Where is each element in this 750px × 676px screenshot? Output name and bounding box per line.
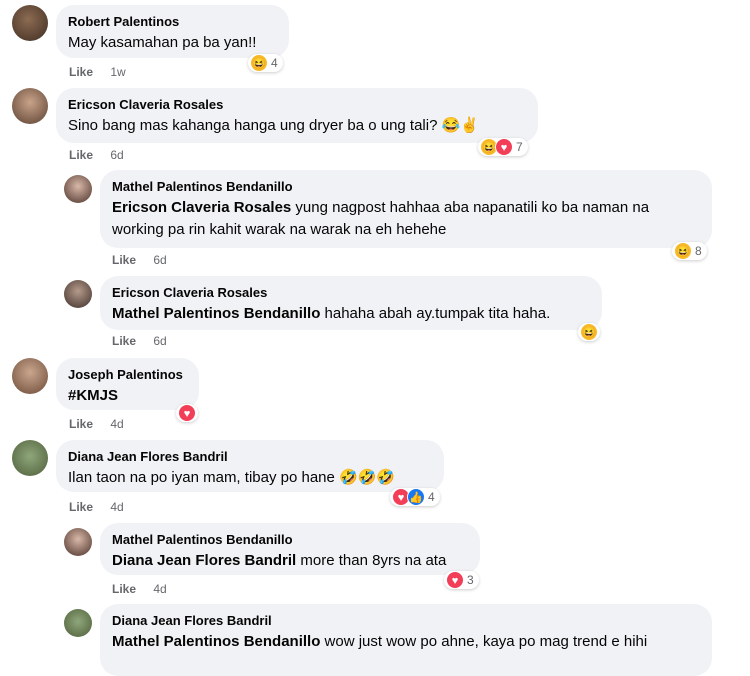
timestamp[interactable]: 6d [110,148,123,162]
reaction-count: 7 [516,140,523,154]
comment-bubble: Mathel Palentinos Bendanillo Ericson Cla… [100,170,712,248]
comment-author[interactable]: Ericson Claveria Rosales [112,284,590,301]
avatar[interactable] [64,609,92,637]
reaction-count: 4 [428,490,435,504]
reaction-count: 8 [695,244,702,258]
timestamp[interactable]: 4d [153,582,166,596]
comment-body: hahaha abah ay.tumpak tita haha. [320,305,551,322]
reaction-summary[interactable]: ♥ 👍 4 [390,488,440,506]
haha-icon: 😆 [580,323,598,341]
comment-bubble: Diana Jean Flores Bandril Ilan taon na p… [56,440,444,492]
comment-author[interactable]: Diana Jean Flores Bandril [112,612,700,629]
comment-text: Mathel Palentinos Bendanillo hahaha abah… [112,303,590,325]
avatar[interactable] [64,528,92,556]
comment-bubble: Joseph Palentinos #KMJS [56,358,199,410]
avatar[interactable] [64,280,92,308]
like-button[interactable]: Like [69,417,93,431]
timestamp[interactable]: 6d [153,334,166,348]
haha-icon: 😆 [250,54,268,72]
timestamp[interactable]: 4d [110,500,123,514]
timestamp[interactable]: 1w [110,65,125,79]
comment-text: #KMJS [68,387,119,404]
comment-bubble: Diana Jean Flores Bandril Mathel Palenti… [100,604,712,676]
mention[interactable]: Diana Jean Flores Bandril [112,552,296,569]
haha-icon: 😆 [674,242,692,260]
reaction-summary[interactable]: 😆 ♥ 7 [478,138,528,156]
reaction-summary[interactable]: ♥ [176,404,198,422]
avatar[interactable] [12,5,48,41]
reaction-count: 4 [271,56,278,70]
comment-author[interactable]: Mathel Palentinos Bendanillo [112,531,468,548]
reaction-count: 3 [467,573,474,587]
avatar[interactable] [12,88,48,124]
comment-bubble: Mathel Palentinos Bendanillo Diana Jean … [100,523,480,575]
comment-bubble: Ericson Claveria Rosales Sino bang mas k… [56,88,538,143]
love-icon: ♥ [495,138,513,156]
comment-text: Ilan taon na po iyan mam, tibay po hane … [68,469,396,486]
comment-bubble: Ericson Claveria Rosales Mathel Palentin… [100,276,602,330]
comment-author[interactable]: Robert Palentinos [68,13,277,30]
comment-text: Sino bang mas kahanga hanga ung dryer ba… [68,117,479,134]
reaction-summary[interactable]: ♥ 3 [444,571,479,589]
reaction-summary[interactable]: 😆 4 [248,54,283,72]
comment-text: Ericson Claveria Rosales yung nagpost ha… [112,197,700,241]
like-icon: 👍 [407,488,425,506]
comment-text: Mathel Palentinos Bendanillo wow just wo… [112,631,700,653]
reaction-summary[interactable]: 😆 8 [672,242,707,260]
comment-bubble: Robert Palentinos May kasamahan pa ba ya… [56,5,289,58]
like-button[interactable]: Like [69,65,93,79]
avatar[interactable] [12,440,48,476]
like-button[interactable]: Like [112,582,136,596]
mention[interactable]: Ericson Claveria Rosales [112,199,291,216]
like-button[interactable]: Like [69,148,93,162]
comment-author[interactable]: Diana Jean Flores Bandril [68,448,432,465]
like-button[interactable]: Like [112,334,136,348]
comment-text: Diana Jean Flores Bandril more than 8yrs… [112,550,468,572]
love-icon: ♥ [446,571,464,589]
comment-body: wow just wow po ahne, kaya po mag trend … [320,633,648,650]
mention[interactable]: Mathel Palentinos Bendanillo [112,305,320,322]
love-icon: ♥ [178,404,196,422]
comment-author[interactable]: Mathel Palentinos Bendanillo [112,178,700,195]
like-button[interactable]: Like [112,253,136,267]
comment-author[interactable]: Ericson Claveria Rosales [68,96,526,113]
reaction-summary[interactable]: 😆 [578,323,600,341]
timestamp[interactable]: 6d [153,253,166,267]
comment-text: May kasamahan pa ba yan!! [68,34,257,51]
like-button[interactable]: Like [69,500,93,514]
mention[interactable]: Mathel Palentinos Bendanillo [112,633,320,650]
avatar[interactable] [12,358,48,394]
timestamp[interactable]: 4d [110,417,123,431]
comment-author[interactable]: Joseph Palentinos [68,366,187,383]
comment-body: more than 8yrs na ata [296,552,447,569]
avatar[interactable] [64,175,92,203]
